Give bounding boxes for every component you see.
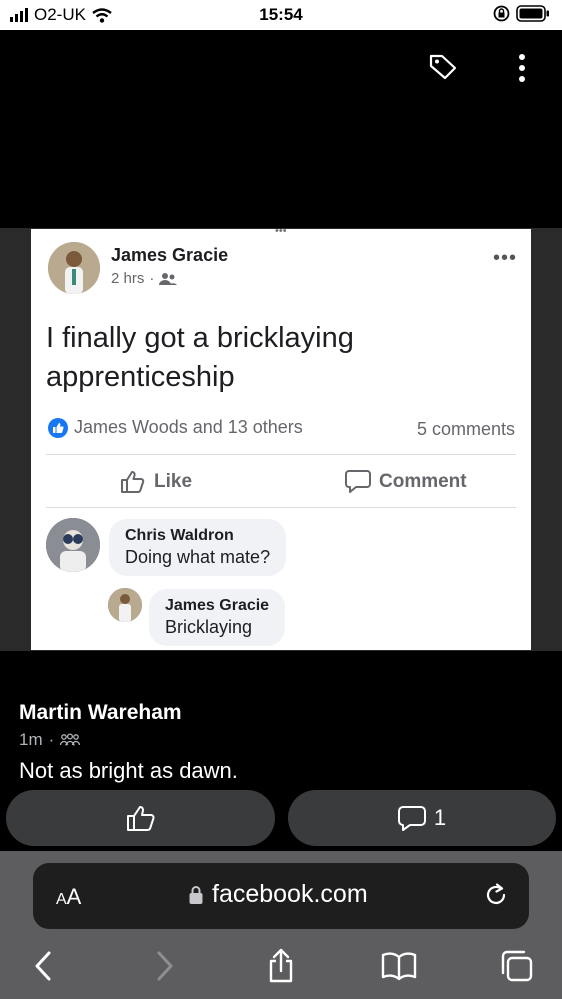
horizontal-dots-icon: ••• (492, 247, 517, 269)
book-icon (381, 952, 417, 981)
comment-count: 1 (433, 805, 447, 830)
like-label: Like (154, 470, 193, 492)
more-options-button[interactable] (508, 52, 536, 84)
comment-bubble: Chris Waldron Doing what mate? (109, 519, 287, 576)
share-button[interactable] (261, 946, 301, 986)
thumbs-up-icon (126, 806, 155, 831)
reload-button[interactable] (482, 881, 510, 909)
reader-settings-button[interactable]: AA (56, 884, 81, 910)
meta-separator: · (149, 270, 155, 287)
comment-author: James Gracie (165, 597, 270, 614)
forward-button[interactable] (145, 946, 185, 986)
post-time[interactable]: 1m (19, 730, 43, 750)
battery-icon (516, 5, 549, 22)
comment-text: Doing what mate? (125, 547, 271, 567)
comment-button[interactable]: 1 (288, 790, 556, 846)
status-bar: O2-UK 15:54 (0, 0, 562, 30)
comment-icon (397, 805, 426, 831)
meta-separator: · (48, 730, 55, 749)
post-time: 2 hrs (111, 270, 145, 287)
tabs-icon (501, 950, 533, 982)
comment-icon (345, 470, 371, 493)
comment-text: Bricklaying (165, 617, 253, 637)
post-photo[interactable]: ••• James Gracie 2 hrs · ••• I finally g… (31, 229, 531, 650)
thumbs-up-icon (121, 471, 145, 493)
embedded-comment-action: Comment (345, 469, 467, 494)
comment-bubble: James Gracie Bricklaying (149, 589, 286, 646)
comment-author: Chris Waldron (125, 527, 234, 544)
chevron-left-icon (35, 951, 51, 981)
divider (46, 507, 516, 508)
divider (46, 454, 516, 455)
chevron-right-icon (157, 951, 173, 981)
tag-icon (429, 54, 457, 80)
comments-count: 5 comments (416, 419, 515, 439)
tabs-button[interactable] (497, 946, 537, 986)
tag-photo-button[interactable] (428, 52, 458, 80)
lock-icon (189, 885, 203, 904)
back-button[interactable] (23, 946, 63, 986)
reload-icon (486, 883, 506, 904)
comment-label: Comment (379, 470, 467, 492)
like-button[interactable] (6, 790, 275, 846)
avatar (108, 588, 142, 622)
post-caption: Not as bright as dawn. (19, 758, 238, 783)
share-icon (269, 948, 293, 983)
friends-audience-icon (60, 733, 81, 746)
url-text[interactable]: facebook.com (212, 880, 368, 909)
post-author-name: James Gracie (111, 245, 229, 265)
embedded-like-action: Like (120, 469, 192, 494)
orientation-lock-icon (493, 5, 510, 22)
avatar (48, 242, 100, 294)
bookmarks-button[interactable] (379, 946, 419, 986)
post-author-name[interactable]: Martin Wareham (19, 701, 182, 725)
clock: 15:54 (259, 5, 303, 24)
avatar (46, 518, 100, 572)
vertical-dots-icon (519, 54, 525, 82)
friends-audience-icon (159, 272, 178, 285)
like-reaction-icon (48, 417, 68, 438)
reactions-summary: James Woods and 13 others (74, 417, 303, 437)
handle-dots-icon: ••• (275, 229, 287, 237)
post-body-text: I finally got a bricklaying apprenticesh… (46, 322, 354, 393)
